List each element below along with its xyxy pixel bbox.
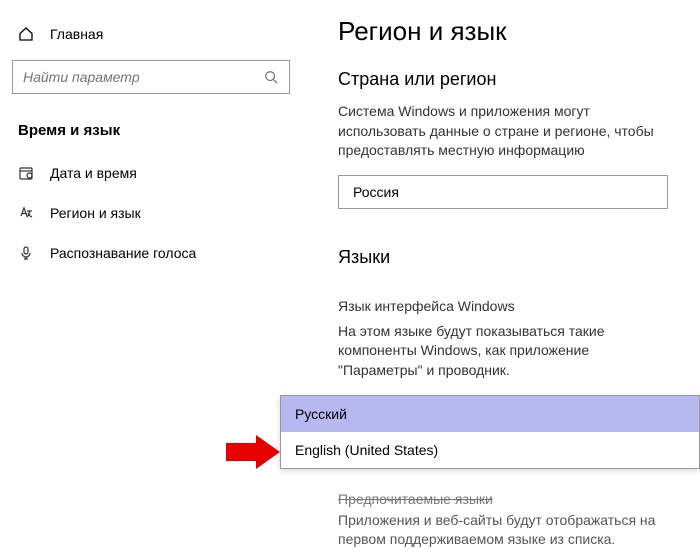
- search-icon: [263, 69, 279, 85]
- red-arrow-annotation: [226, 435, 280, 469]
- interface-lang-dropdown[interactable]: Русский English (United States): [280, 395, 700, 469]
- home-icon: [18, 26, 34, 42]
- home-nav[interactable]: Главная: [0, 20, 302, 54]
- preferred-languages-description: Приложения и веб-сайты будут отображатьс…: [338, 511, 668, 550]
- region-dropdown-value: Россия: [353, 184, 399, 200]
- region-heading: Страна или регион: [338, 69, 700, 90]
- language-icon: [18, 205, 34, 221]
- dropdown-option-english-us[interactable]: English (United States): [281, 432, 699, 468]
- sidebar-item-label: Регион и язык: [50, 205, 141, 221]
- calendar-icon: [18, 165, 34, 181]
- search-box[interactable]: [12, 60, 290, 94]
- sidebar-item-region-language[interactable]: Регион и язык: [0, 193, 302, 233]
- sidebar-item-label: Распознавание голоса: [50, 245, 196, 261]
- region-description: Система Windows и приложения могут испол…: [338, 102, 668, 161]
- interface-lang-description: На этом языке будут показываться такие к…: [338, 322, 668, 381]
- page-title: Регион и язык: [338, 16, 700, 47]
- sidebar-item-date-time[interactable]: Дата и время: [0, 153, 302, 193]
- dropdown-option-label: English (United States): [295, 442, 438, 458]
- search-input[interactable]: [23, 69, 263, 85]
- content-panel: Регион и язык Страна или регион Система …: [302, 0, 700, 536]
- sidebar-item-label: Дата и время: [50, 165, 137, 181]
- home-label: Главная: [50, 26, 103, 42]
- dropdown-option-russian[interactable]: Русский: [281, 396, 699, 432]
- preferred-languages-heading: Предпочитаемые языки: [338, 491, 700, 507]
- region-dropdown[interactable]: Россия: [338, 175, 668, 209]
- interface-lang-label: Язык интерфейса Windows: [338, 298, 700, 314]
- microphone-icon: [18, 245, 34, 261]
- languages-heading: Языки: [338, 247, 700, 268]
- sidebar-section-title: Время и язык: [0, 112, 302, 153]
- sidebar-item-speech[interactable]: Распознавание голоса: [0, 233, 302, 273]
- dropdown-option-label: Русский: [295, 406, 347, 422]
